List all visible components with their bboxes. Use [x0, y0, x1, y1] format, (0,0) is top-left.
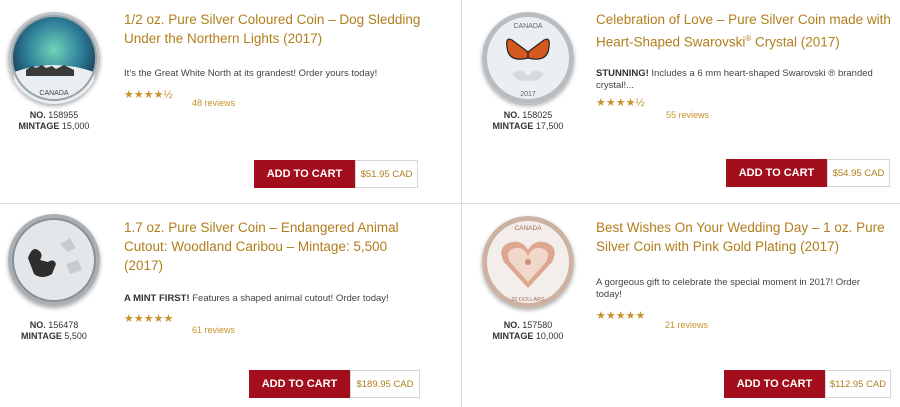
- mintage-value: 5,500: [64, 331, 87, 341]
- add-to-cart-button[interactable]: ADD TO CART: [726, 159, 827, 187]
- item-number-label: NO.: [29, 110, 46, 120]
- reviews-link[interactable]: 48 reviews: [192, 98, 235, 108]
- mintage-label: MINTAGE: [21, 331, 62, 341]
- reviews-link[interactable]: 21 reviews: [665, 320, 708, 330]
- coin-legend-text: CANADA: [514, 225, 542, 232]
- item-number: 157580: [522, 320, 553, 330]
- coin-image-dog-sledding[interactable]: CANADA: [8, 12, 100, 104]
- price-label: $51.95 CAD: [355, 160, 418, 188]
- product-title-link[interactable]: Best Wishes On Your Wedding Day – 1 oz. …: [596, 218, 896, 256]
- coin-year-text: 2017: [520, 91, 536, 98]
- item-number: 158955: [48, 110, 79, 120]
- item-number-label: NO.: [503, 110, 520, 120]
- add-to-cart-button[interactable]: ADD TO CART: [249, 370, 350, 398]
- mintage-label: MINTAGE: [492, 121, 534, 131]
- reviews-link[interactable]: 61 reviews: [192, 325, 235, 335]
- description-text: It’s the Great White North at its grande…: [124, 68, 378, 79]
- mintage-label: MINTAGE: [492, 331, 534, 341]
- product-description: It’s the Great White North at its grande…: [124, 68, 424, 80]
- product-meta: NO. 158025 MINTAGE 17,500: [482, 110, 574, 132]
- product-card: CANADA 2017 NO. 158025 MINTAGE 17,500 Ce…: [462, 0, 900, 203]
- product-meta: NO. 156478 MINTAGE 5,500: [8, 320, 100, 342]
- rating-stars: ★★★★½: [596, 97, 645, 109]
- product-title-link[interactable]: 1.7 oz. Pure Silver Coin – Endangered An…: [124, 218, 424, 275]
- reviews-link[interactable]: 55 reviews: [666, 110, 709, 120]
- mintage-value: 17,500: [535, 121, 564, 131]
- mintage-value: 15,000: [61, 121, 90, 131]
- product-meta: NO. 158955 MINTAGE 15,000: [8, 110, 100, 132]
- coin-image-woodland-caribou[interactable]: [8, 214, 100, 306]
- coin-image-wedding-day[interactable]: CANADA 20 DOLLARS: [482, 216, 574, 308]
- rating-stars: ★★★★★: [596, 310, 646, 322]
- description-highlight: A MINT FIRST!: [124, 293, 190, 304]
- product-description: STUNNING! Includes a 6 mm heart-shaped S…: [596, 68, 886, 92]
- title-text-end: Crystal (2017): [751, 34, 840, 50]
- product-card: NO. 156478 MINTAGE 5,500 1.7 oz. Pure Si…: [0, 204, 450, 407]
- product-title-link[interactable]: Celebration of Love – Pure Silver Coin m…: [596, 10, 896, 52]
- product-description: A MINT FIRST! Features a shaped animal c…: [124, 293, 424, 305]
- product-grid: CANADA NO. 158955 MINTAGE 15,000 1/2 oz.…: [0, 0, 900, 407]
- item-number: 156478: [48, 320, 79, 330]
- price-label: $112.95 CAD: [825, 370, 891, 398]
- coin-legend-text: CANADA: [513, 23, 543, 30]
- coin-denomination-text: 20 DOLLARS: [511, 297, 545, 303]
- mintage-value: 10,000: [535, 331, 564, 341]
- price-label: $189.95 CAD: [350, 370, 420, 398]
- rating-stars: ★★★★★: [124, 313, 174, 325]
- product-card: CANADA 20 DOLLARS NO. 157580 MINTAGE 10,…: [462, 204, 900, 407]
- description-text: A gorgeous gift to celebrate the special…: [596, 277, 861, 300]
- description-text: Features a shaped animal cutout! Order t…: [189, 293, 389, 304]
- price-label: $54.95 CAD: [827, 159, 890, 187]
- product-meta: NO. 157580 MINTAGE 10,000: [482, 320, 574, 342]
- title-text: Celebration of Love – Pure Silver Coin m…: [596, 12, 891, 50]
- product-description: A gorgeous gift to celebrate the special…: [596, 277, 886, 301]
- item-number: 158025: [522, 110, 553, 120]
- item-number-label: NO.: [503, 320, 520, 330]
- add-to-cart-button[interactable]: ADD TO CART: [724, 370, 825, 398]
- coin-legend-text: CANADA: [39, 90, 69, 97]
- description-highlight: STUNNING!: [596, 68, 649, 79]
- product-card: CANADA NO. 158955 MINTAGE 15,000 1/2 oz.…: [0, 0, 450, 203]
- rating-stars: ★★★★½: [124, 89, 173, 101]
- item-number-label: NO.: [29, 320, 46, 330]
- mintage-label: MINTAGE: [18, 121, 60, 131]
- coin-image-celebration-of-love[interactable]: CANADA 2017: [482, 12, 574, 104]
- add-to-cart-button[interactable]: ADD TO CART: [254, 160, 355, 188]
- product-title-link[interactable]: 1/2 oz. Pure Silver Coloured Coin – Dog …: [124, 10, 424, 48]
